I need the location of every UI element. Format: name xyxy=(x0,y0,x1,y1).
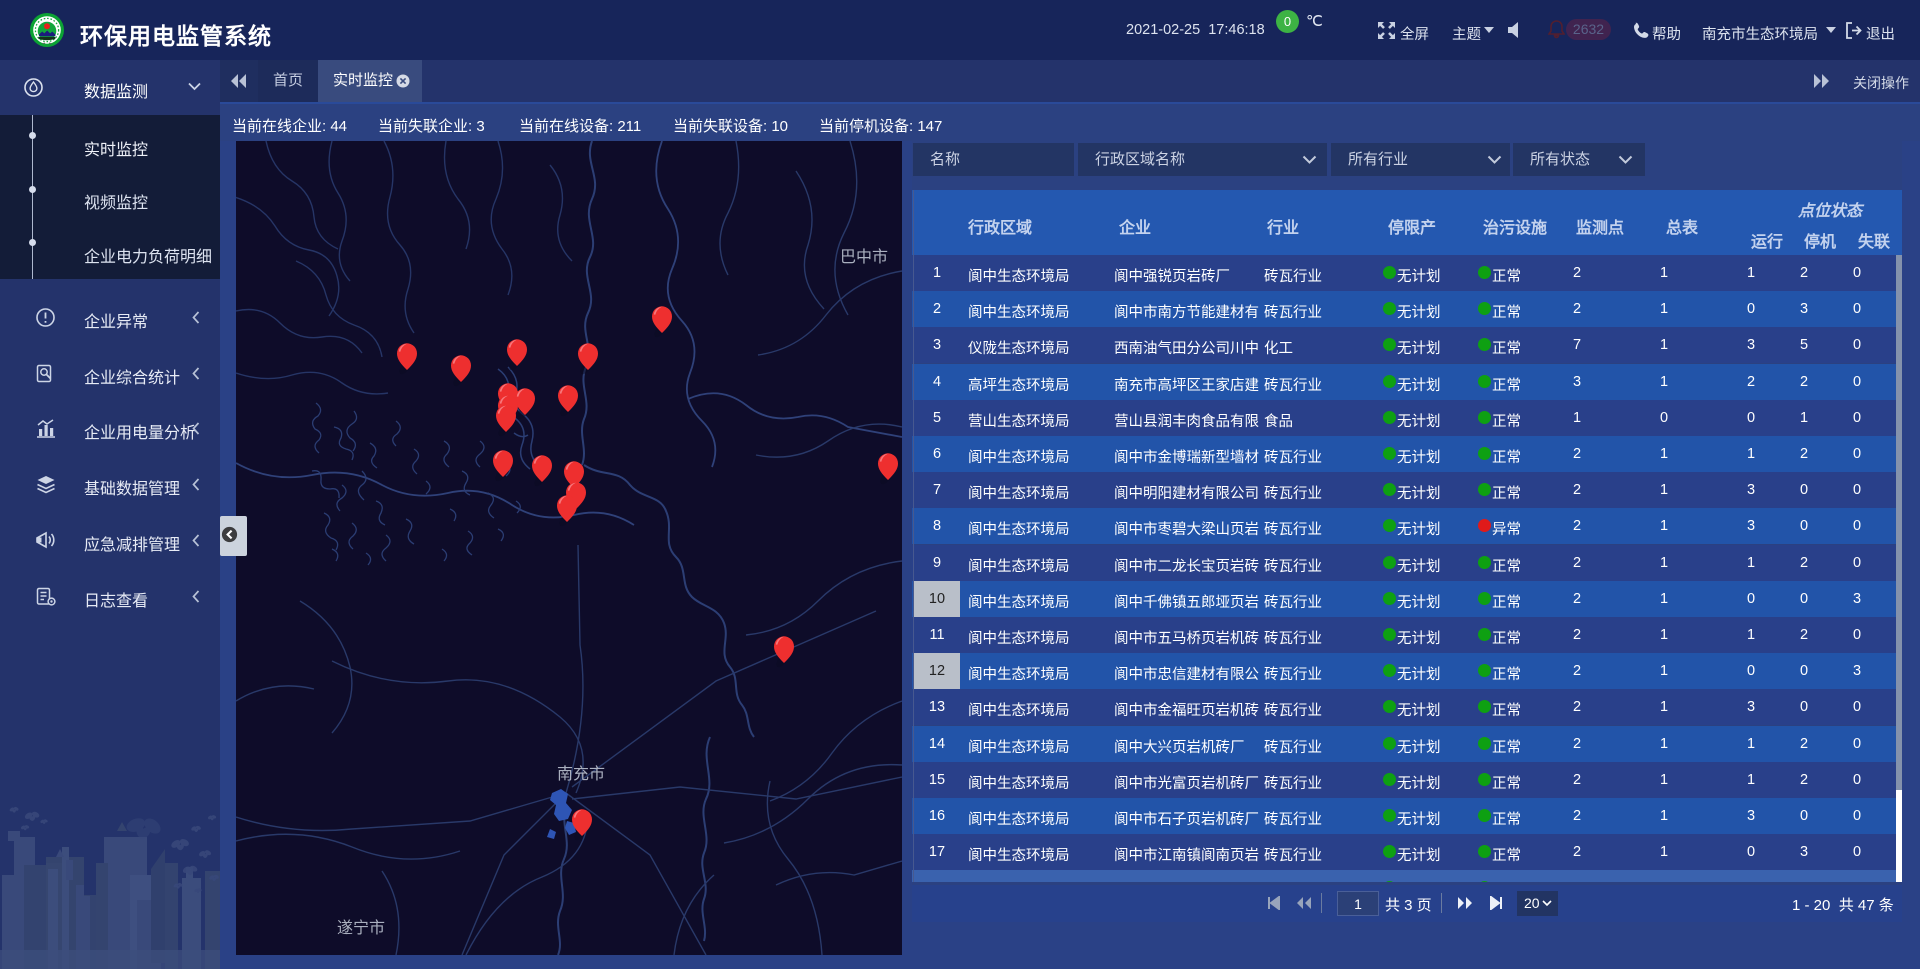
svg-text:南充市: 南充市 xyxy=(557,765,605,783)
svg-text:巴中市: 巴中市 xyxy=(840,248,888,266)
svg-text:遂宁市: 遂宁市 xyxy=(337,919,385,937)
